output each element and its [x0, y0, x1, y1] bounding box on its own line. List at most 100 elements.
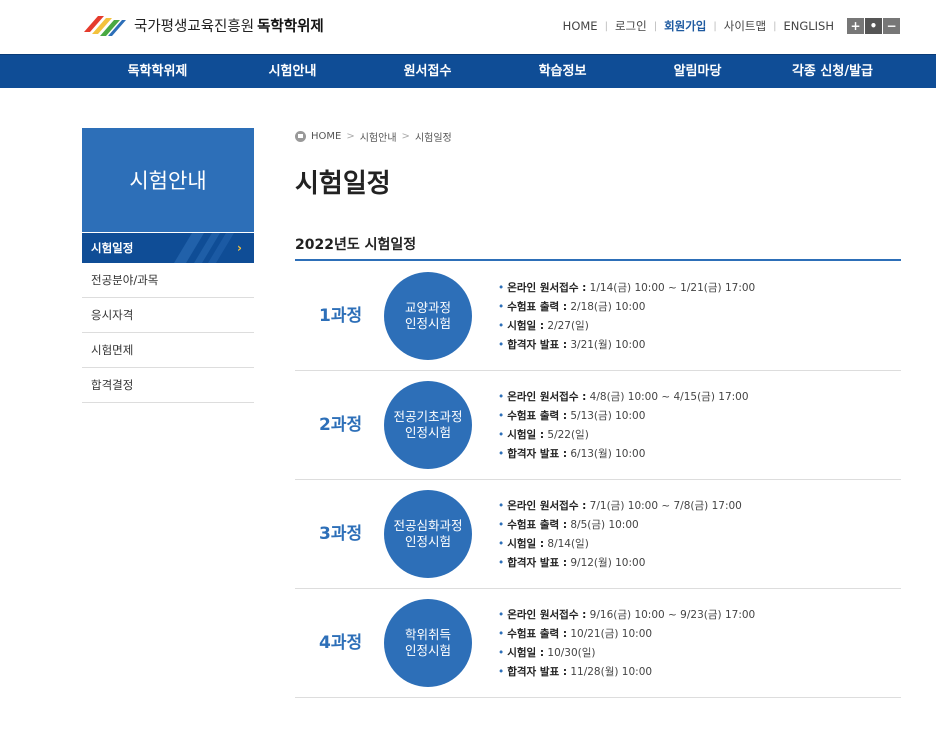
bullet-icon: • — [498, 647, 505, 659]
course-schedule-list: • 온라인 원서접수 : 4/8(금) 10:00 ~ 4/15(금) 17:00… — [498, 388, 749, 464]
course-badge: 전공심화과정 인정시험 — [384, 490, 472, 578]
schedule-value: 1/14(금) 10:00 ~ 1/21(금) 17:00 — [586, 282, 756, 294]
course-name: 1과정 — [319, 306, 363, 326]
zoom-reset-button[interactable]: • — [865, 18, 882, 34]
schedule-value: 9/12(월) 10:00 — [567, 557, 646, 569]
bullet-icon: • — [498, 282, 505, 294]
schedule-label: 수험표 출력 : — [507, 628, 568, 640]
schedule-label: 합격자 발표 : — [507, 666, 568, 678]
logo-text: 국가평생교육진흥원 독학학위제 — [134, 15, 324, 36]
gnb-item-requests[interactable]: 각종 신청/발급 — [765, 55, 900, 89]
schedule-value: 8/14(일) — [544, 538, 589, 550]
schedule-value: 4/8(금) 10:00 ~ 4/15(금) 17:00 — [586, 391, 749, 403]
schedule-value: 3/21(월) 10:00 — [567, 339, 646, 351]
stripes-decoration — [174, 233, 234, 263]
schedule-item: • 합격자 발표 : 6/13(월) 10:00 — [498, 445, 749, 464]
schedule-item: • 시험일 : 2/27(일) — [498, 317, 755, 336]
schedule-label: 온라인 원서접수 : — [507, 609, 587, 621]
divider: | — [713, 20, 717, 32]
zoom-out-button[interactable]: − — [883, 18, 900, 34]
schedule-item: • 수험표 출력 : 5/13(금) 10:00 — [498, 407, 749, 426]
schedule-value: 5/13(금) 10:00 — [567, 410, 646, 422]
schedule-label: 합격자 발표 : — [507, 557, 568, 569]
bullet-icon: • — [498, 301, 505, 313]
divider: | — [604, 20, 608, 32]
logo-stripes-icon — [84, 16, 126, 36]
bullet-icon: • — [498, 557, 505, 569]
schedule-value: 10/30(일) — [544, 647, 596, 659]
schedule-item: • 시험일 : 10/30(일) — [498, 644, 755, 663]
util-join-link[interactable]: 회원가입 — [664, 18, 706, 34]
sidebar-item-label: 시험일정 — [91, 241, 134, 255]
bullet-icon: • — [498, 391, 505, 403]
gnb-item-study-info[interactable]: 학습정보 — [495, 55, 630, 89]
sidebar: 시험일정 › 전공분야/과목 응시자격 시험면제 합격결정 — [82, 233, 254, 403]
schedule-item: • 합격자 발표 : 3/21(월) 10:00 — [498, 336, 755, 355]
breadcrumb-section[interactable]: 시험안내 — [360, 129, 397, 144]
schedule-label: 시험일 : — [507, 429, 545, 441]
sidebar-item-pass-criteria[interactable]: 합격결정 — [82, 368, 254, 403]
gnb-item-exam-info[interactable]: 시험안내 — [225, 55, 360, 89]
course-schedule-list: • 온라인 원서접수 : 1/14(금) 10:00 ~ 1/21(금) 17:0… — [498, 279, 755, 355]
gnb-item-notice[interactable]: 알림마당 — [630, 55, 765, 89]
schedule-item: • 시험일 : 8/14(일) — [498, 535, 742, 554]
breadcrumb-separator: > — [401, 131, 410, 142]
schedule-value: 5/22(일) — [544, 429, 589, 441]
breadcrumb-separator: > — [346, 131, 355, 142]
course-badge: 교양과정 인정시험 — [384, 272, 472, 360]
schedule-label: 수험표 출력 : — [507, 519, 568, 531]
divider: | — [653, 20, 658, 32]
bullet-icon: • — [498, 666, 505, 678]
schedule-item: • 합격자 발표 : 11/28(월) 10:00 — [498, 663, 755, 682]
schedule-value: 2/18(금) 10:00 — [567, 301, 646, 313]
sidebar-title: 시험안내 — [82, 128, 254, 232]
schedule-value: 8/5(금) 10:00 — [567, 519, 639, 531]
bullet-icon: • — [498, 519, 505, 531]
schedule-label: 수험표 출력 : — [507, 410, 568, 422]
util-login-link[interactable]: 로그인 — [615, 18, 647, 34]
sidebar-item-majors[interactable]: 전공분야/과목 — [82, 263, 254, 298]
schedule-item: • 수험표 출력 : 10/21(금) 10:00 — [498, 625, 755, 644]
course-name: 2과정 — [319, 415, 363, 435]
bullet-icon: • — [498, 500, 505, 512]
sidebar-item-exemption[interactable]: 시험면제 — [82, 333, 254, 368]
util-english-link[interactable]: ENGLISH — [783, 19, 834, 33]
page-title: 시험일정 — [295, 169, 391, 199]
schedule-label: 온라인 원서접수 : — [507, 282, 587, 294]
schedule-item: • 수험표 출력 : 8/5(금) 10:00 — [498, 516, 742, 535]
header: 국가평생교육진흥원 독학학위제 HOME | 로그인 | 회원가입 | 사이트맵 … — [0, 0, 936, 54]
course-row: 4과정 학위취득 인정시험 • 온라인 원서접수 : 9/16(금) 10:00 … — [295, 589, 901, 698]
global-nav: 독학학위제 시험안내 원서접수 학습정보 알림마당 각종 신청/발급 — [0, 54, 936, 88]
course-schedule-list: • 온라인 원서접수 : 9/16(금) 10:00 ~ 9/23(금) 17:0… — [498, 606, 755, 682]
schedule-item: • 온라인 원서접수 : 7/1(금) 10:00 ~ 7/8(금) 17:00 — [498, 497, 742, 516]
course-row: 3과정 전공심화과정 인정시험 • 온라인 원서접수 : 7/1(금) 10:00… — [295, 480, 901, 589]
bullet-icon: • — [498, 538, 505, 550]
util-sitemap-link[interactable]: 사이트맵 — [724, 18, 766, 34]
sidebar-item-schedule[interactable]: 시험일정 › — [82, 233, 254, 263]
schedule-item: • 온라인 원서접수 : 1/14(금) 10:00 ~ 1/21(금) 17:0… — [498, 279, 755, 298]
schedule-value: 7/1(금) 10:00 ~ 7/8(금) 17:00 — [586, 500, 742, 512]
site-logo[interactable]: 국가평생교육진흥원 독학학위제 — [82, 12, 324, 38]
schedule-label: 온라인 원서접수 : — [507, 391, 587, 403]
zoom-in-button[interactable]: + — [847, 18, 864, 34]
schedule-label: 시험일 : — [507, 538, 545, 550]
schedule-value: 6/13(월) 10:00 — [567, 448, 646, 460]
org-name: 국가평생교육진흥원 — [134, 18, 255, 35]
sidebar-item-eligibility[interactable]: 응시자격 — [82, 298, 254, 333]
schedule-value: 2/27(일) — [544, 320, 589, 332]
bullet-icon: • — [498, 320, 505, 332]
gnb-item-application[interactable]: 원서접수 — [360, 55, 495, 89]
schedule-year-title: 2022년도 시험일정 — [295, 237, 417, 253]
course-name: 4과정 — [319, 633, 363, 653]
gnb-item-about[interactable]: 독학학위제 — [90, 55, 225, 89]
schedule-item: • 온라인 원서접수 : 4/8(금) 10:00 ~ 4/15(금) 17:00 — [498, 388, 749, 407]
schedule-value: 11/28(월) 10:00 — [567, 666, 653, 678]
schedule-item: • 시험일 : 5/22(일) — [498, 426, 749, 445]
util-home-link[interactable]: HOME — [563, 19, 598, 33]
title-divider — [295, 259, 901, 261]
schedule-label: 합격자 발표 : — [507, 448, 568, 460]
schedule-item: • 합격자 발표 : 9/12(월) 10:00 — [498, 554, 742, 573]
breadcrumb-home[interactable]: HOME — [311, 131, 341, 142]
bullet-icon: • — [498, 429, 505, 441]
home-icon — [295, 131, 306, 142]
